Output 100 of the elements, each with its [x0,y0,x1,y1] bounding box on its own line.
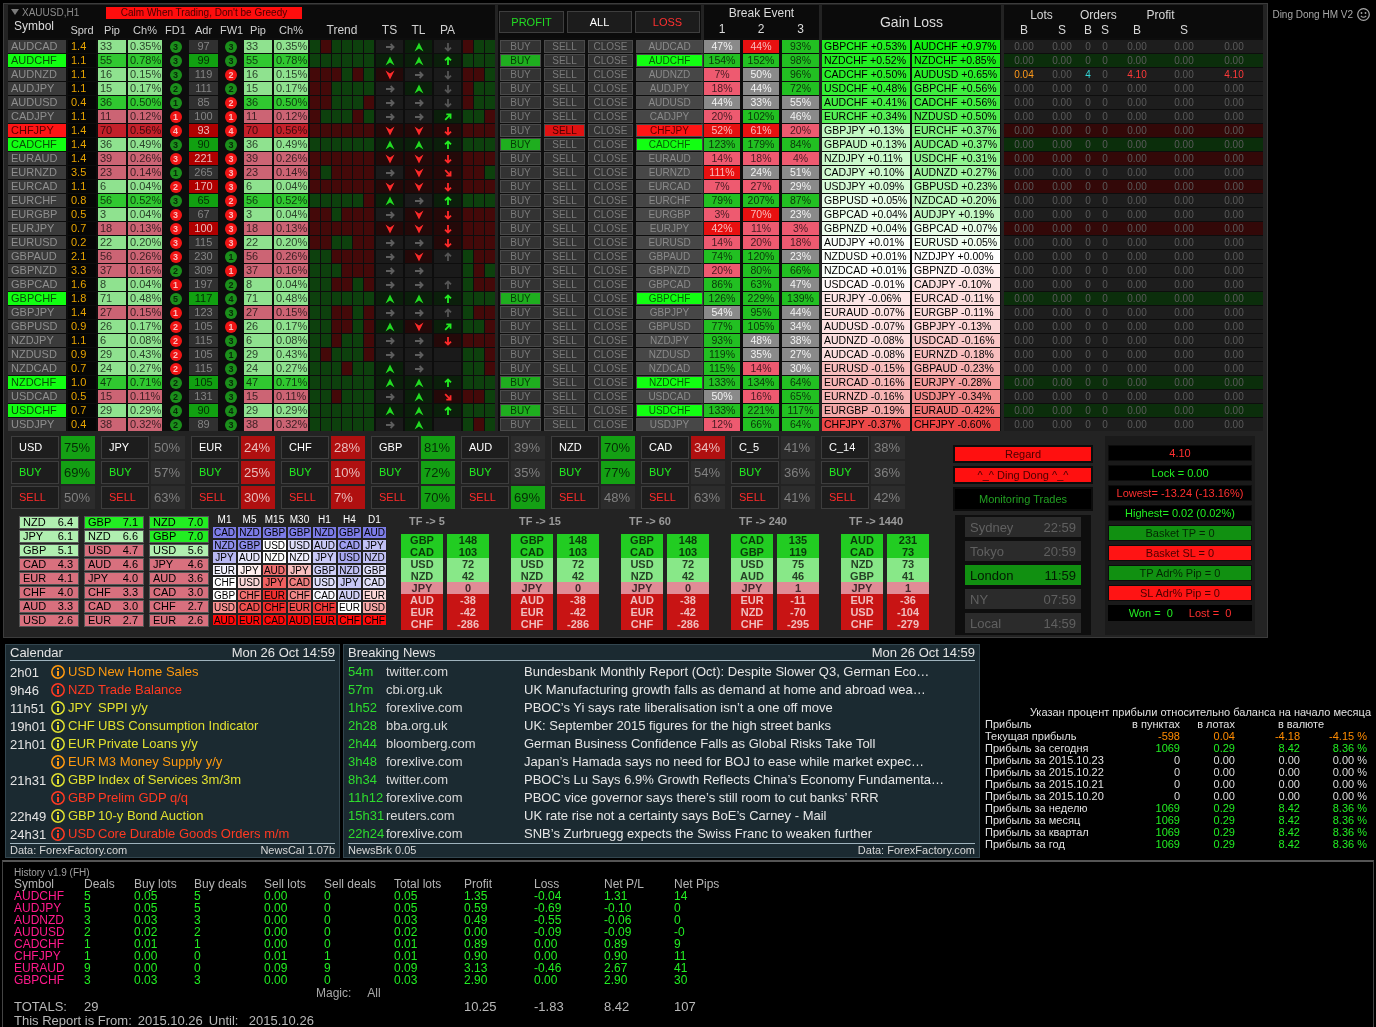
symbol-button[interactable]: CADCHF [636,138,703,151]
symbol-button[interactable]: EURUSD [636,236,703,249]
symbol-button[interactable]: NZDCHF [636,376,703,389]
buy-button[interactable]: BUY [500,54,541,67]
sell-button[interactable]: SELL [11,486,59,509]
close-button[interactable]: CLOSE [588,334,633,347]
close-button[interactable]: CLOSE [588,82,633,95]
symbol-button[interactable]: GBPNZD [636,264,703,277]
sell-button[interactable]: SELL [544,404,585,417]
buy-button[interactable]: BUY [641,461,689,484]
buy-button[interactable]: BUY [500,376,541,389]
buy-button[interactable]: BUY [500,404,541,417]
close-button[interactable]: CLOSE [588,194,633,207]
close-button[interactable]: CLOSE [588,320,633,333]
symbol-button[interactable]: EURNZD [636,166,703,179]
sell-button[interactable]: SELL [544,166,585,179]
sell-button[interactable]: SELL [281,486,329,509]
buy-button[interactable]: BUY [101,461,149,484]
buy-button[interactable]: BUY [500,208,541,221]
close-button[interactable]: CLOSE [588,236,633,249]
sell-button[interactable]: SELL [641,486,689,509]
symbol-button[interactable]: EURAUD [636,152,703,165]
buy-button[interactable]: BUY [500,292,541,305]
symbol-button[interactable]: EURGBP [636,208,703,221]
close-button[interactable]: CLOSE [588,404,633,417]
symbol-button[interactable]: AUDJPY [636,82,703,95]
buy-button[interactable]: BUY [191,461,239,484]
buy-button[interactable]: BUY [500,320,541,333]
symbol-button[interactable]: GBPCAD [636,278,703,291]
sell-button[interactable]: SELL [544,376,585,389]
sell-button[interactable]: SELL [544,54,585,67]
symbol-button[interactable]: AUDUSD [636,96,703,109]
filter-button[interactable]: LOSS [635,10,700,33]
close-button[interactable]: CLOSE [588,152,633,165]
sell-button[interactable]: SELL [544,362,585,375]
sell-button[interactable]: SELL [544,348,585,361]
buy-button[interactable]: BUY [551,461,599,484]
symbol-button[interactable]: GBPAUD [636,250,703,263]
close-button[interactable]: CLOSE [588,54,633,67]
symbol-button[interactable]: USDJPY [636,418,703,431]
buy-button[interactable]: BUY [500,152,541,165]
close-button[interactable]: CLOSE [588,264,633,277]
symbol-button[interactable]: AUDCAD [636,40,703,53]
sell-button[interactable]: SELL [544,236,585,249]
sell-button[interactable]: SELL [544,124,585,137]
sell-button[interactable]: SELL [821,486,869,509]
buy-button[interactable]: BUY [731,461,779,484]
sell-button[interactable]: SELL [544,320,585,333]
buy-button[interactable]: BUY [500,180,541,193]
sell-button[interactable]: SELL [731,486,779,509]
symbol-button[interactable]: NZDCAD [636,362,703,375]
buy-button[interactable]: BUY [500,362,541,375]
close-button[interactable]: CLOSE [588,376,633,389]
filter-button[interactable]: PROFIT [499,10,564,33]
sell-button[interactable]: SELL [544,264,585,277]
symbol-button[interactable]: NZDJPY [636,334,703,347]
close-button[interactable]: CLOSE [588,292,633,305]
buy-button[interactable]: BUY [500,138,541,151]
symbol-button[interactable]: GBPCHF [636,292,703,305]
buy-button[interactable]: BUY [500,68,541,81]
buy-button[interactable]: BUY [11,461,59,484]
close-button[interactable]: CLOSE [588,138,633,151]
close-button[interactable]: CLOSE [588,278,633,291]
close-button[interactable]: CLOSE [588,40,633,53]
action-button[interactable]: ^_^ Ding Dong ^_^ [953,466,1093,484]
sell-button[interactable]: SELL [544,390,585,403]
buy-button[interactable]: BUY [500,418,541,431]
buy-button[interactable]: BUY [500,334,541,347]
action-button[interactable]: Regard [953,445,1093,463]
sell-button[interactable]: SELL [544,68,585,81]
buy-button[interactable]: BUY [371,461,419,484]
filter-button[interactable]: ALL [567,10,632,33]
symbol-button[interactable]: GBPUSD [636,320,703,333]
sell-button[interactable]: SELL [544,292,585,305]
buy-button[interactable]: BUY [500,96,541,109]
sell-button[interactable]: SELL [544,138,585,151]
buy-button[interactable]: BUY [500,348,541,361]
symbol-button[interactable]: USDCHF [636,404,703,417]
buy-button[interactable]: BUY [500,82,541,95]
buy-button[interactable]: BUY [500,194,541,207]
close-button[interactable]: CLOSE [588,68,633,81]
sell-button[interactable]: SELL [544,334,585,347]
sell-button[interactable]: SELL [461,486,509,509]
close-button[interactable]: CLOSE [588,306,633,319]
buy-button[interactable]: BUY [281,461,329,484]
buy-button[interactable]: BUY [500,250,541,263]
close-button[interactable]: CLOSE [588,348,633,361]
buy-button[interactable]: BUY [500,166,541,179]
close-button[interactable]: CLOSE [588,96,633,109]
symbol-button[interactable]: GBPJPY [636,306,703,319]
sell-button[interactable]: SELL [544,180,585,193]
close-button[interactable]: CLOSE [588,208,633,221]
sell-button[interactable]: SELL [544,208,585,221]
symbol-button[interactable]: AUDCHF [636,54,703,67]
sell-button[interactable]: SELL [544,222,585,235]
sell-button[interactable]: SELL [371,486,419,509]
close-button[interactable]: CLOSE [588,418,633,431]
close-button[interactable]: CLOSE [588,390,633,403]
close-button[interactable]: CLOSE [588,222,633,235]
buy-button[interactable]: BUY [500,390,541,403]
